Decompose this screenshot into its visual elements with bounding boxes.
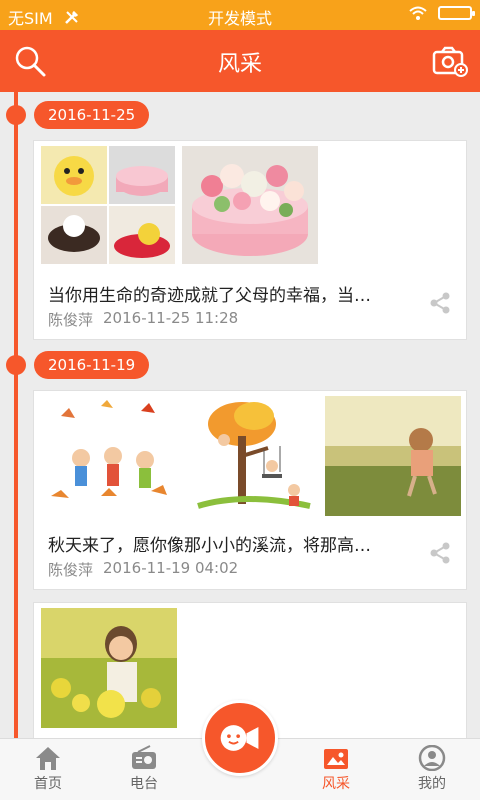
post-photo[interactable]: [184, 396, 320, 516]
tab-profile[interactable]: 我的: [392, 745, 472, 793]
tab-label: 我的: [418, 776, 446, 792]
tab-radio[interactable]: 电台: [104, 745, 184, 793]
home-icon: [36, 747, 60, 770]
status-bar: 无SIM 开发模式: [0, 0, 480, 30]
page-title: 风采: [217, 52, 262, 77]
post-photo[interactable]: [41, 396, 177, 516]
radio-icon: [132, 745, 156, 769]
profile-icon: [418, 745, 446, 771]
camera-add-icon[interactable]: [432, 43, 468, 79]
tab-home[interactable]: 首页: [8, 745, 88, 793]
post-meta: 陈俊萍 2016-11-19 04:02: [48, 559, 238, 580]
photos-icon: [324, 749, 348, 769]
nav-bar: 风采: [0, 30, 480, 92]
post-meta: 陈俊萍 2016-11-25 11:28: [48, 309, 238, 330]
record-video-button[interactable]: [202, 700, 278, 776]
tab-label: 电台: [130, 776, 158, 792]
post-card[interactable]: 当你用生命的奇迹成就了父母的幸福，当… 陈俊萍 2016-11-25 11:28: [33, 140, 467, 340]
timeline-dot: [6, 105, 26, 125]
post-photo[interactable]: [325, 396, 461, 516]
post-photo-collage[interactable]: [41, 146, 175, 264]
post-time: 2016-11-25 11:28: [103, 309, 239, 327]
post-photo[interactable]: [41, 608, 177, 728]
tab-photos[interactable]: 风采: [296, 745, 376, 793]
battery-icon: [438, 6, 475, 20]
tab-label: 首页: [34, 776, 62, 792]
timeline[interactable]: 2016-11-25 当你用生命的奇迹成就了父母的幸福，当… 陈俊萍 2016-…: [0, 92, 480, 738]
post-author: 陈俊萍: [48, 311, 94, 329]
post-title: 当你用生命的奇迹成就了父母的幸福，当…: [48, 286, 371, 306]
date-pill: 2016-11-19: [34, 351, 150, 379]
timeline-line: [14, 92, 18, 738]
share-icon[interactable]: [428, 541, 452, 565]
date-pill: 2016-11-25: [34, 101, 150, 129]
post-photo[interactable]: [182, 146, 318, 264]
tab-label: 风采: [322, 776, 350, 792]
post-time: 2016-11-19 04:02: [103, 559, 239, 577]
timeline-dot: [6, 355, 26, 375]
post-author: 陈俊萍: [48, 561, 94, 579]
post-title: 秋天来了，愿你像那小小的溪流，将那高…: [48, 536, 371, 556]
wifi-icon: [409, 6, 427, 20]
share-icon[interactable]: [428, 291, 452, 315]
post-card[interactable]: 秋天来了，愿你像那小小的溪流，将那高… 陈俊萍 2016-11-19 04:02: [33, 390, 467, 590]
